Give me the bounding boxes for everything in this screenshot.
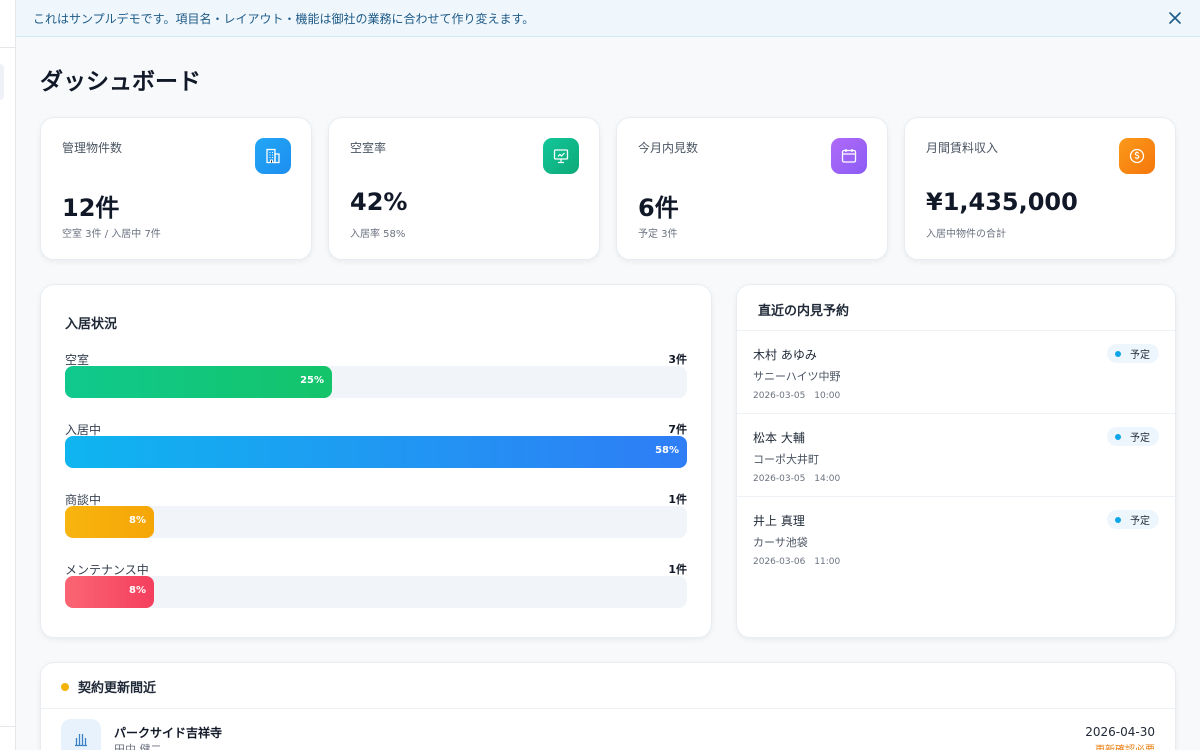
occupancy-percent: 8% (129, 515, 146, 526)
status-badge: 予定 (1107, 510, 1159, 529)
visit-name: 木村 あゆみ (753, 348, 817, 362)
stat-card-visits: 今月内見数 6件 予定 3件 (616, 117, 888, 260)
occupancy-row: 入居中 7件 58% (65, 421, 687, 481)
renewals-dot (61, 683, 69, 691)
visit-property: カーサ池袋 (753, 536, 808, 549)
close-icon[interactable] (1164, 7, 1186, 29)
visit-datetime: 2026-03-06 11:00 (753, 557, 841, 567)
calendar-icon (831, 138, 867, 174)
visits-card: 直近の内見予約 木村 あゆみ サニーハイツ中野 2026-03-05 10:00… (736, 284, 1176, 638)
demo-banner: これはサンプルデモです。項目名・レイアウト・機能は御社の業務に合わせて作り変えま… (16, 0, 1200, 37)
visit-item[interactable]: 井上 真理 カーサ池袋 2026-03-06 11:00 予定 (737, 497, 1175, 580)
occupancy-track: 8% (65, 576, 687, 608)
status-badge: 予定 (1107, 344, 1159, 363)
occupancy-percent: 8% (129, 585, 146, 596)
status-dot (1115, 433, 1121, 440)
occupancy-bar: 58% (65, 436, 687, 468)
visit-property: コーポ大井町 (753, 453, 819, 466)
stat-sub: 空室 3件 / 入居中 7件 (62, 229, 161, 240)
status-text: 予定 (1130, 516, 1150, 527)
visit-item[interactable]: 木村 あゆみ サニーハイツ中野 2026-03-05 10:00 予定 (737, 331, 1175, 414)
stat-value: 42% (350, 188, 408, 216)
stat-card-vacancy: 空室率 42% 入居率 58% (328, 117, 600, 260)
occupancy-bar: 8% (65, 576, 154, 608)
status-dot (1115, 516, 1121, 523)
visits-title: 直近の内見予約 (758, 304, 850, 319)
occupancy-count: 7件 (668, 423, 687, 436)
renewal-property: パークサイド吉祥寺 (114, 726, 223, 740)
stat-value: 12件 (62, 194, 120, 222)
stat-label: 空室率 (350, 141, 387, 155)
sidebar-divider (0, 726, 15, 727)
occupancy-row: 商談中 1件 8% (65, 491, 687, 551)
coin-icon (1119, 138, 1155, 174)
occupancy-percent: 25% (300, 375, 324, 386)
occupancy-percent: 58% (655, 445, 679, 456)
stat-card-properties: 管理物件数 12件 空室 3件 / 入居中 7件 (40, 117, 312, 260)
visit-item[interactable]: 松本 大輔 コーポ大井町 2026-03-05 14:00 予定 (737, 414, 1175, 497)
stat-label: 今月内見数 (638, 141, 699, 155)
renewals-title: 契約更新間近 (78, 681, 157, 696)
status-dot (1115, 350, 1121, 357)
renewals-card: 契約更新間近 パークサイド吉祥寺 田中 健二 2026-04-30 更新確認必要 (40, 662, 1176, 750)
visit-name: 井上 真理 (753, 514, 805, 528)
stat-card-income: 月間賃料収入 ¥1,435,000 入居中物件の合計 (904, 117, 1176, 260)
occupancy-bar: 25% (65, 366, 332, 398)
occupancy-track: 8% (65, 506, 687, 538)
occupancy-bar: 8% (65, 506, 154, 538)
stat-sub: 予定 3件 (638, 229, 678, 240)
occupancy-title: 入居状況 (65, 317, 118, 332)
occupancy-row: 空室 3件 25% (65, 351, 687, 411)
occupancy-count: 1件 (668, 493, 687, 506)
status-badge: 予定 (1107, 427, 1159, 446)
occupancy-track: 58% (65, 436, 687, 468)
occupancy-count: 3件 (668, 353, 687, 366)
status-text: 予定 (1130, 350, 1150, 361)
stat-value: ¥1,435,000 (926, 188, 1078, 216)
banner-text: これはサンプルデモです。項目名・レイアウト・機能は御社の業務に合わせて作り変えま… (33, 11, 535, 26)
visit-datetime: 2026-03-05 10:00 (753, 391, 841, 401)
chart-board-icon (543, 138, 579, 174)
stat-sub: 入居率 58% (350, 229, 406, 240)
occupancy-row: メンテナンス中 1件 8% (65, 561, 687, 621)
stat-label: 月間賃料収入 (926, 141, 999, 155)
divider (41, 708, 1175, 709)
occupancy-count: 1件 (668, 563, 687, 576)
stat-label: 管理物件数 (62, 141, 123, 155)
sidebar-header (0, 0, 15, 48)
visit-property: サニーハイツ中野 (753, 370, 841, 383)
stat-value: 6件 (638, 194, 679, 222)
building-icon (61, 719, 101, 750)
sidebar (0, 0, 16, 750)
renewal-owner: 田中 健二 (114, 743, 162, 750)
renewal-status: 更新確認必要 (1095, 741, 1155, 750)
stat-sub: 入居中物件の合計 (926, 229, 1006, 240)
building-icon (255, 138, 291, 174)
occupancy-track: 25% (65, 366, 687, 398)
page-title: ダッシュボード (40, 69, 201, 95)
renewal-date: 2026-04-30 (1085, 725, 1155, 739)
sidebar-active-item[interactable] (0, 64, 4, 100)
visit-name: 松本 大輔 (753, 431, 805, 445)
visit-datetime: 2026-03-05 14:00 (753, 474, 841, 484)
status-text: 予定 (1130, 433, 1150, 444)
occupancy-card: 入居状況 空室 3件 25% 入居中 7件 58% 商談中 1件 8% メンテナ… (40, 284, 712, 638)
